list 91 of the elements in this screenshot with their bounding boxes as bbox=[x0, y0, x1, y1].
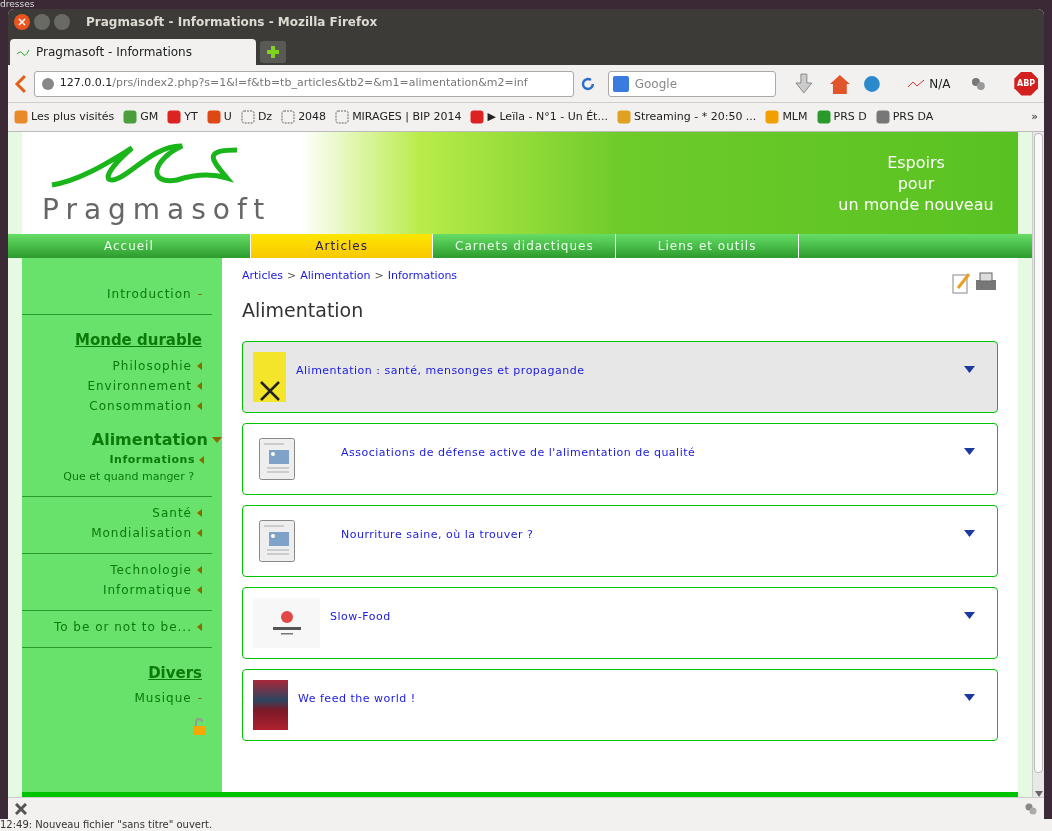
close-button[interactable] bbox=[14, 14, 30, 30]
bookmark-icon bbox=[470, 110, 485, 124]
caret-left-icon bbox=[197, 508, 202, 517]
bookmark-link[interactable]: PRS D bbox=[816, 108, 867, 126]
download-arrow-icon[interactable] bbox=[793, 72, 814, 95]
bookmark-icon bbox=[14, 110, 28, 124]
slogan-text: Espoirs pour un monde nouveau bbox=[837, 151, 995, 216]
bookmark-icon bbox=[765, 110, 780, 124]
caret-down-icon[interactable] bbox=[964, 448, 975, 455]
caret-left-icon bbox=[197, 585, 202, 594]
caret-left-icon bbox=[197, 622, 202, 631]
nav-tab[interactable]: Articles bbox=[250, 234, 434, 258]
chart-line-icon bbox=[907, 78, 926, 89]
bookmark-icon bbox=[875, 110, 890, 124]
caret-down-icon[interactable] bbox=[964, 366, 975, 373]
plus-icon bbox=[266, 45, 280, 59]
scroll-down-icon[interactable] bbox=[1034, 791, 1043, 797]
bookmark-link[interactable]: YT bbox=[167, 108, 198, 126]
pencil-note-icon[interactable] bbox=[952, 272, 972, 294]
close-bar-button[interactable] bbox=[14, 801, 28, 816]
page-heading: Alimentation bbox=[242, 298, 365, 323]
bookmark-link[interactable]: MLM bbox=[765, 108, 808, 126]
document-image-icon bbox=[259, 437, 295, 480]
breadcrumb-link[interactable]: Alimentation bbox=[300, 268, 371, 285]
site-icon bbox=[16, 48, 30, 56]
bookmark-link[interactable]: U bbox=[206, 108, 232, 126]
puzzle-icon[interactable] bbox=[970, 75, 987, 92]
bookmark-link[interactable]: Les plus visités bbox=[14, 108, 115, 126]
bookmark-icon bbox=[167, 110, 182, 124]
browser-tab[interactable]: Pragmasoft - Informations bbox=[10, 39, 256, 65]
bookmark-link[interactable]: Dz bbox=[240, 108, 273, 126]
article-card[interactable]: We feed the world ! bbox=[242, 668, 998, 741]
breadcrumb-separator: > bbox=[374, 268, 384, 284]
bookmark-icon bbox=[123, 110, 138, 124]
search-field[interactable]: Google bbox=[607, 70, 776, 97]
close-icon bbox=[18, 18, 26, 26]
desktop-text: dresses bbox=[0, 0, 35, 9]
article-card[interactable]: Alimentation : santé, mensonges et propagande bbox=[242, 340, 998, 413]
url-field[interactable]: 127.0.0.1/prs/index2.php?s=1&l=f&tb=tb_articles&tb2=&m1=alimentation&m2=inf bbox=[33, 70, 574, 97]
article-card[interactable]: Nourriture saine, où la trouver ? bbox=[242, 504, 998, 577]
reload-icon[interactable] bbox=[579, 75, 596, 92]
new-tab-button[interactable] bbox=[260, 41, 286, 63]
google-logo-icon bbox=[612, 75, 629, 92]
caret-down-icon[interactable] bbox=[964, 612, 975, 619]
submenu-link[interactable]: Que et quand manger ? bbox=[63, 468, 194, 486]
article-title[interactable]: Alimentation : santé, mensonges et propagande bbox=[296, 363, 954, 380]
document-image-icon bbox=[259, 519, 295, 562]
bookmark-link[interactable]: MIRAGES | BIP 2014 bbox=[335, 108, 462, 126]
caret-left-icon bbox=[197, 565, 202, 574]
bookmark-link[interactable]: Streaming - * 20:50 ... bbox=[616, 108, 757, 126]
bookmark-icon bbox=[616, 110, 631, 124]
caret-left-icon bbox=[197, 361, 202, 370]
bookmark-link[interactable]: PRS DA bbox=[875, 108, 934, 126]
article-card[interactable]: Slow-Food bbox=[242, 586, 998, 659]
breadcrumb-link[interactable]: Informations bbox=[387, 268, 458, 285]
close-icon bbox=[15, 802, 27, 815]
dash-marker: - bbox=[197, 286, 202, 303]
desktop-status-text: 12:49: Nouveau fichier "sans titre" ouvert. bbox=[0, 818, 213, 831]
bookmark-icon bbox=[816, 110, 831, 124]
bookmark-link[interactable]: ▶ Leïla - N°1 - Un Ét... bbox=[470, 108, 608, 126]
article-title[interactable]: Nourriture saine, où la trouver ? bbox=[341, 527, 954, 544]
maximize-button[interactable] bbox=[54, 14, 70, 30]
caret-left-icon bbox=[197, 528, 202, 537]
bookmark-icon bbox=[335, 110, 350, 124]
poster-image bbox=[253, 679, 288, 730]
puzzle-icon[interactable] bbox=[1024, 801, 1038, 816]
breadcrumb-separator: > bbox=[287, 268, 297, 284]
caret-left-icon bbox=[197, 381, 202, 390]
caret-down-icon[interactable] bbox=[964, 530, 975, 537]
article-card[interactable]: Associations de défense active de l'alimentation de qualité bbox=[242, 422, 998, 495]
adblock-stop-icon[interactable]: ABP bbox=[1014, 71, 1038, 96]
bookmark-icon bbox=[281, 110, 296, 124]
more-bookmarks-button[interactable]: » bbox=[1031, 108, 1038, 126]
scrollbar-thumb[interactable] bbox=[1034, 133, 1043, 773]
caret-down-icon[interactable] bbox=[964, 694, 975, 701]
caret-down-icon bbox=[212, 436, 222, 443]
bookmark-icon bbox=[206, 110, 221, 124]
dash-marker: - bbox=[197, 690, 202, 707]
article-title[interactable]: We feed the world ! bbox=[298, 691, 954, 708]
window-title: Pragmasoft - Informations - Mozilla Firefox bbox=[86, 14, 378, 31]
bookmark-link[interactable]: 2048 bbox=[281, 108, 327, 126]
book-cover-image bbox=[253, 351, 286, 402]
breadcrumb-link[interactable]: Articles bbox=[242, 268, 284, 285]
caret-left-icon bbox=[199, 456, 204, 464]
bookmark-link[interactable]: GM bbox=[123, 108, 159, 126]
article-title[interactable]: Slow-Food bbox=[330, 609, 954, 626]
addon-button[interactable]: N/A bbox=[907, 74, 951, 93]
logo-text: Pragmasoft bbox=[42, 196, 272, 224]
article-title[interactable]: Associations de défense active de l'alimentation de qualité bbox=[341, 445, 954, 462]
bookmark-icon bbox=[240, 110, 255, 124]
caret-left-icon bbox=[197, 401, 202, 410]
